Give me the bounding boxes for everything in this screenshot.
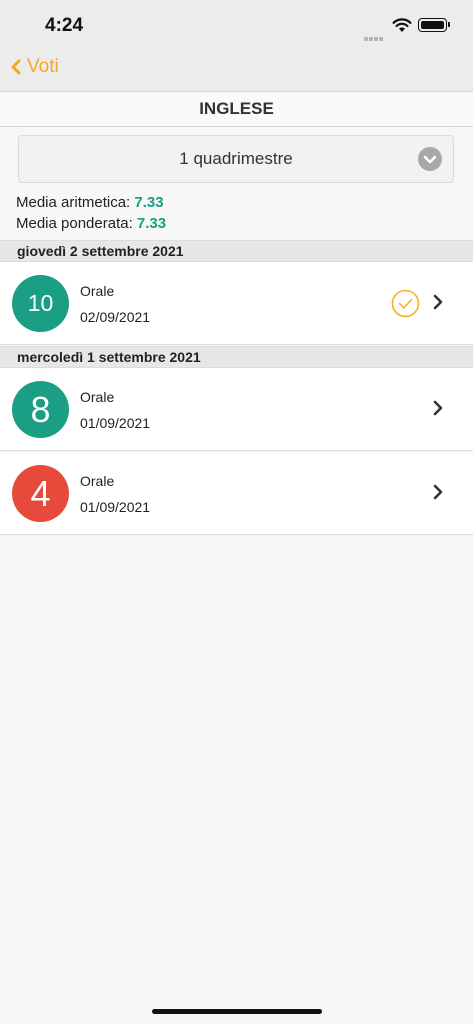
chevron-right-icon (433, 294, 443, 310)
grade-badge: 8 (12, 381, 69, 438)
back-chevron-icon (11, 59, 21, 75)
chevron-right-icon (433, 484, 443, 500)
grade-date: 02/09/2021 (80, 309, 151, 325)
grade-type: Orale (80, 283, 115, 299)
grade-badge: 4 (12, 465, 69, 522)
home-indicator[interactable] (152, 1009, 322, 1014)
battery-icon (418, 18, 450, 32)
nav-bar: Voti (0, 48, 473, 92)
grade-row[interactable]: 8 Orale 01/09/2021 (0, 368, 473, 451)
status-bar: 4:24 (0, 0, 473, 48)
chevron-right-icon (433, 400, 443, 416)
arithmetic-average: Media aritmetica: 7.33 (16, 194, 164, 211)
grade-date: 01/09/2021 (80, 415, 151, 431)
chevron-down-icon (418, 147, 442, 171)
weighted-average-value: 7.33 (136, 215, 167, 232)
weighted-average-label: Media ponderata: (16, 215, 133, 232)
back-label: Voti (27, 56, 59, 77)
grade-badge: 10 (12, 275, 69, 332)
grade-date: 01/09/2021 (80, 499, 151, 515)
grade-type: Orale (80, 389, 115, 405)
checkmark-circle-icon[interactable] (391, 289, 420, 318)
arithmetic-average-value: 7.33 (134, 194, 164, 211)
wifi-icon (392, 18, 412, 32)
period-label: 1 quadrimestre (179, 149, 293, 168)
period-select[interactable]: 1 quadrimestre (18, 135, 454, 183)
weighted-average: Media ponderata: 7.33 (16, 215, 166, 232)
signal-icon (364, 28, 384, 46)
page-title: INGLESE (0, 92, 473, 127)
date-section-header: mercoledì 1 settembre 2021 (0, 346, 473, 368)
status-time: 4:24 (45, 15, 84, 36)
grade-row[interactable]: 4 Orale 01/09/2021 (0, 452, 473, 535)
back-button[interactable]: Voti (10, 56, 59, 78)
grade-type: Orale (80, 473, 115, 489)
arithmetic-average-label: Media aritmetica: (16, 194, 131, 211)
date-section-header: giovedì 2 settembre 2021 (0, 240, 473, 262)
